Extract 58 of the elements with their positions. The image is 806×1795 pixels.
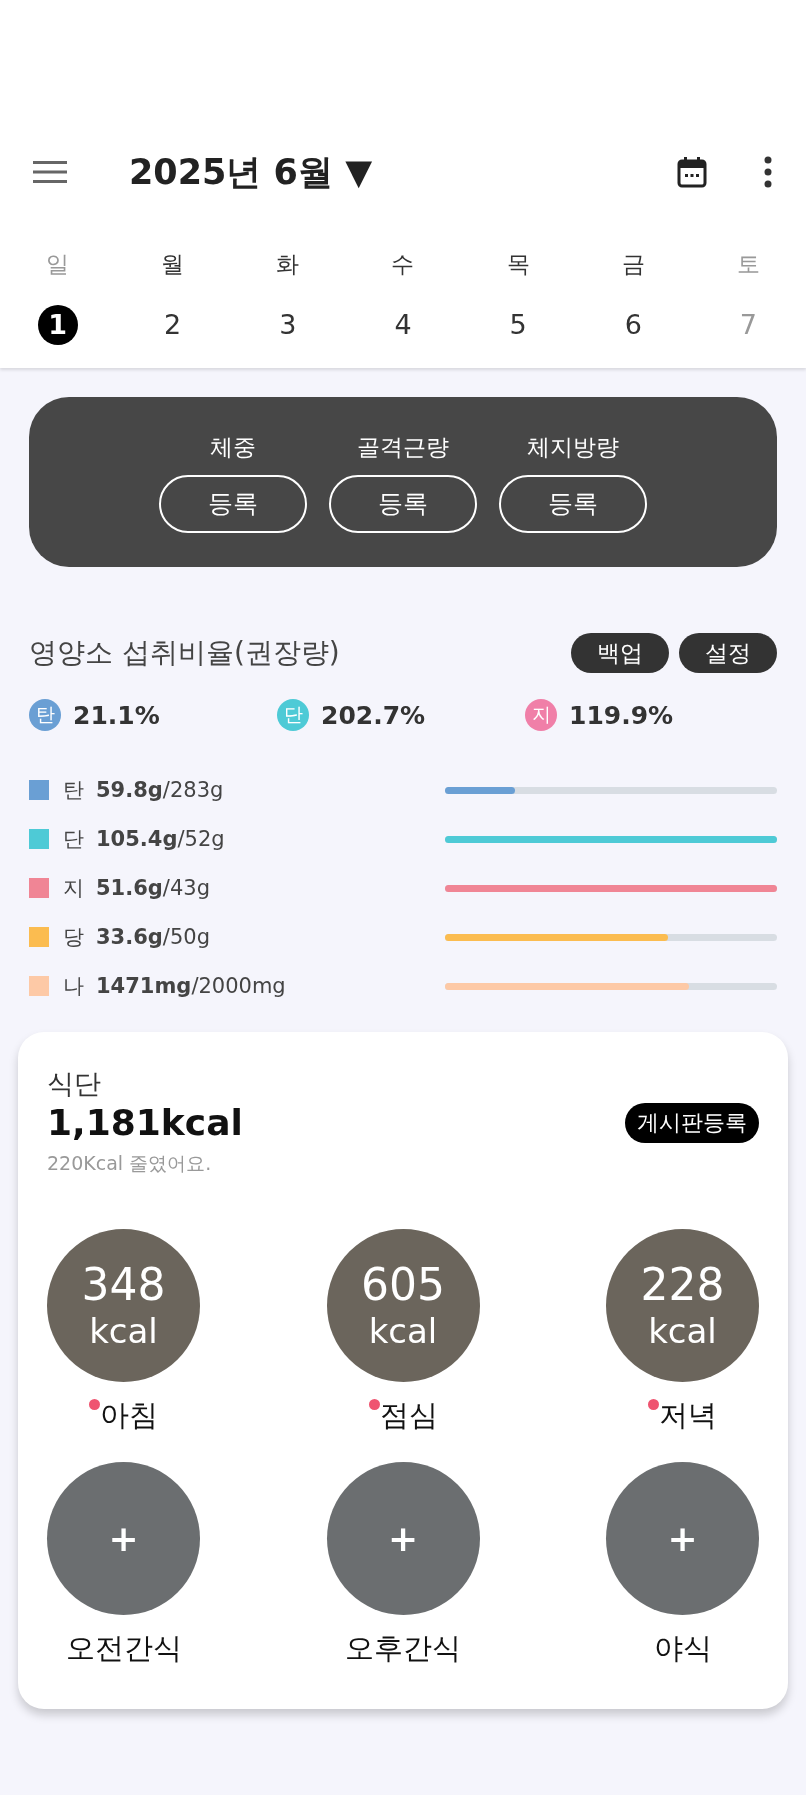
nutrient-label: 나: [63, 973, 84, 1000]
ratio-value: 202.7%: [321, 700, 426, 730]
card-title: 식단: [47, 1067, 102, 1101]
date-item[interactable]: 5: [498, 305, 539, 345]
date-item[interactable]: 3: [267, 305, 308, 345]
meal-label: 저녁: [659, 1397, 717, 1434]
ratio-value: 119.9%: [569, 700, 674, 730]
nutrient-label: 지: [63, 875, 84, 902]
nutrient-amount: 59.8g/283g: [96, 778, 225, 802]
add-meal-button[interactable]: +: [326, 1462, 480, 1615]
section-title: 영양소 섭취비율(권장량): [29, 635, 340, 671]
meal-photo-button[interactable]: 605 kcal: [326, 1229, 480, 1382]
meal-label: 야식: [653, 1630, 712, 1667]
nutrient-badge: 단: [277, 699, 309, 731]
add-meal-button[interactable]: +: [606, 1462, 759, 1615]
month-selector[interactable]: 2025년 6월 ▼: [129, 148, 373, 196]
more-options-icon[interactable]: [763, 156, 773, 188]
nutrient-amount: 33.6g/50g: [96, 925, 211, 949]
add-meal-button[interactable]: +: [47, 1462, 200, 1615]
date-item[interactable]: 1: [37, 305, 78, 345]
weekday-label: 수: [391, 250, 415, 279]
meal-photo-button[interactable]: 348 kcal: [47, 1229, 200, 1382]
weekday-label: 목: [506, 250, 530, 279]
calendar-icon[interactable]: [677, 156, 707, 188]
nutrient-badge: 지: [525, 699, 557, 731]
date-item[interactable]: 4: [383, 305, 423, 345]
date-item[interactable]: 2: [152, 305, 193, 345]
menu-icon[interactable]: [33, 160, 67, 184]
nutrient-amount: 1471mg/2000mg: [96, 974, 287, 998]
pill-button[interactable]: 백업: [571, 633, 669, 673]
weekday-label: 금: [621, 250, 645, 279]
nutrient-amount: 105.4g/52g: [96, 827, 226, 851]
meal-label: 오전간식: [65, 1630, 182, 1667]
date-item[interactable]: 6: [613, 305, 654, 345]
nutrient-amount: 51.6g/43g: [96, 876, 211, 900]
meal-label: 아침: [100, 1397, 158, 1434]
weekday-label: 일: [46, 250, 70, 279]
pill-button[interactable]: 설정: [679, 633, 777, 673]
register-button[interactable]: 등록: [159, 474, 307, 533]
nutrient-label: 당: [63, 924, 84, 951]
measure-label: 골격근량: [357, 432, 449, 462]
weekday-label: 토: [736, 250, 760, 279]
measure-label: 체지방량: [527, 432, 619, 462]
register-button[interactable]: 등록: [329, 474, 477, 533]
nutrient-label: 단: [63, 826, 84, 853]
ratio-value: 21.1%: [73, 700, 160, 730]
calorie-note: 220Kcal 줄였어요.: [47, 1151, 213, 1176]
register-button[interactable]: 등록: [499, 474, 647, 533]
total-calories: 1,181kcal: [47, 1102, 243, 1143]
post-button[interactable]: 게시판등록: [625, 1102, 759, 1143]
meal-label: 오후간식: [345, 1630, 461, 1667]
meal-label: 점심: [379, 1397, 438, 1434]
measure-label: 체중: [210, 432, 256, 462]
weekday-label: 화: [276, 250, 300, 279]
nutrient-label: 탄: [63, 777, 84, 804]
nutrient-badge: 탄: [29, 699, 61, 731]
weekday-label: 월: [161, 250, 185, 279]
meal-photo-button[interactable]: 228 kcal: [606, 1229, 759, 1382]
